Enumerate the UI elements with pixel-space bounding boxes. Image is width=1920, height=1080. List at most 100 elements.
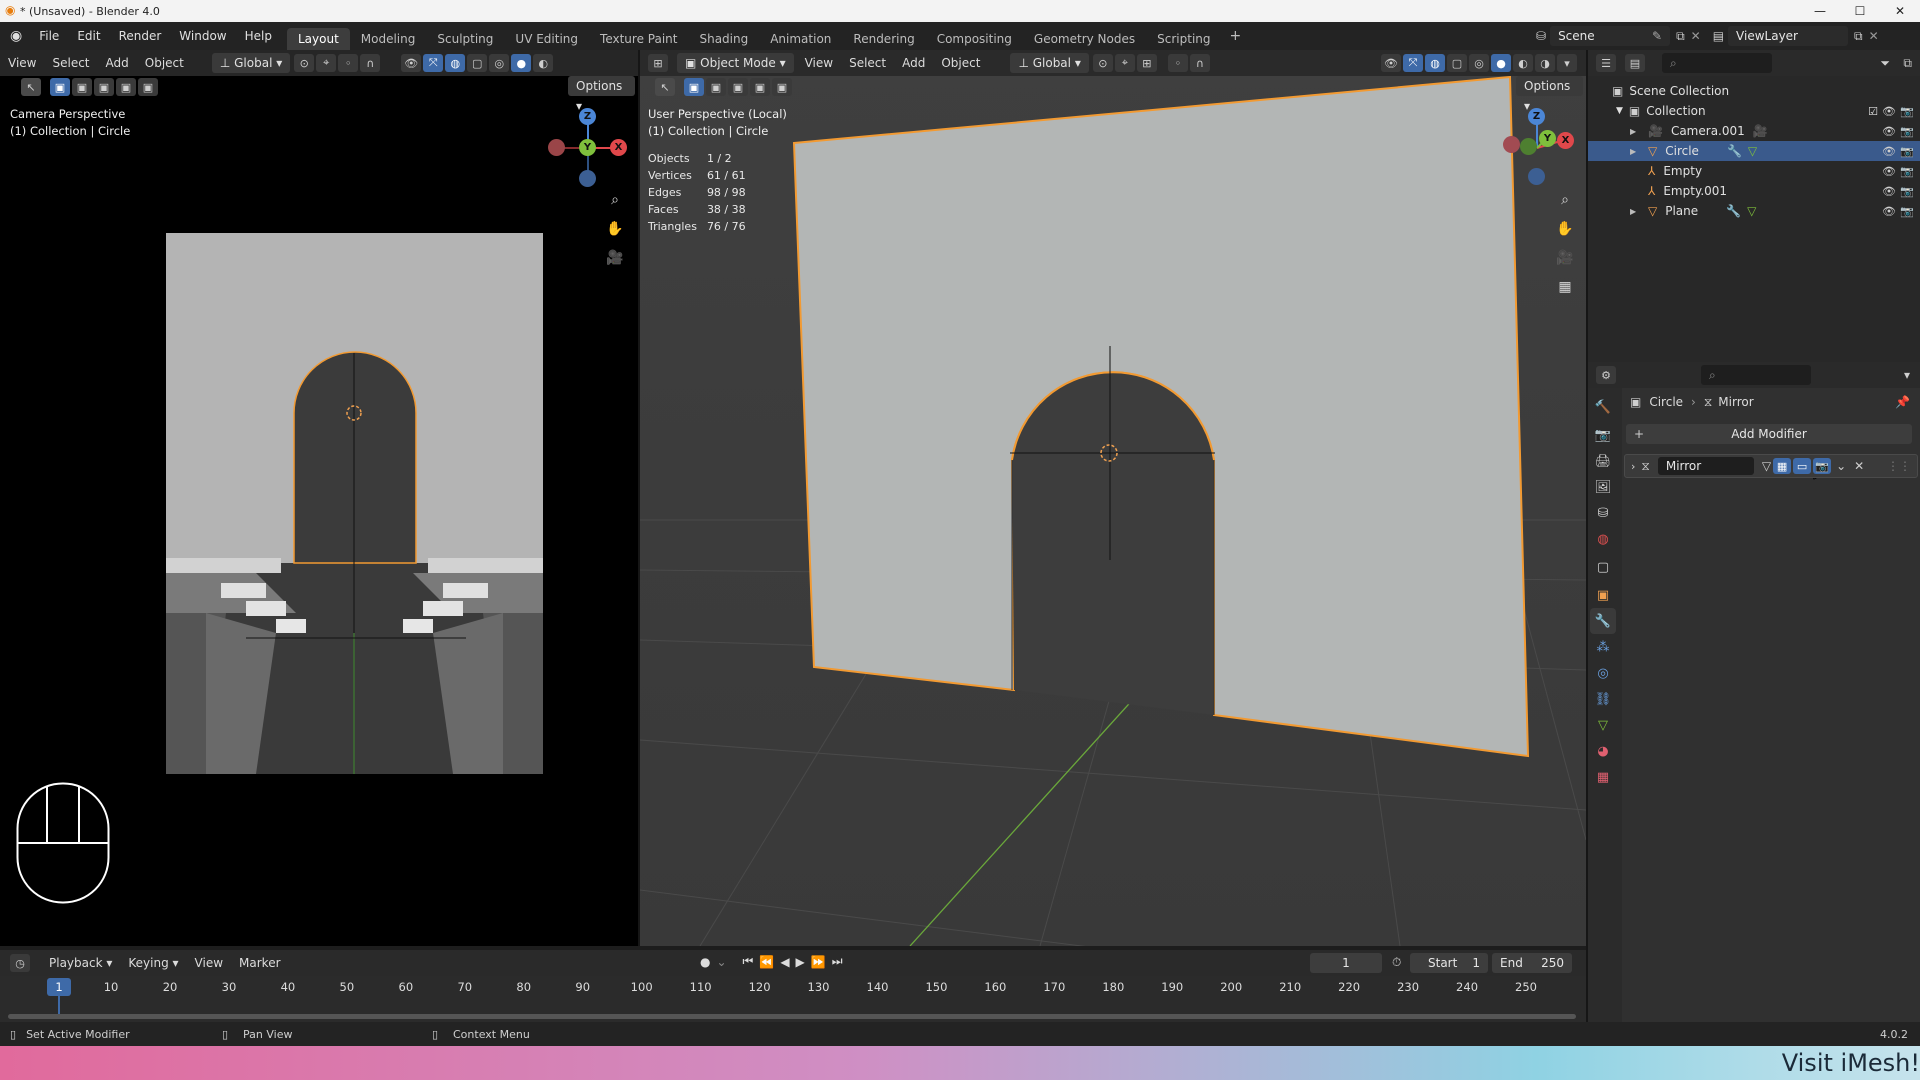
visibility-icon[interactable]: 👁 [401,54,422,72]
left-menu-object[interactable]: Object [137,50,192,76]
start-frame-field[interactable]: Start 1 [1410,953,1488,973]
render-visibility-icon[interactable]: 📷 [1900,125,1914,138]
main-ortho-toggle-icon[interactable]: ▦ [1553,275,1577,299]
menu-render[interactable]: Render [110,22,171,50]
falloff-icon[interactable]: ∩ [360,54,381,72]
outliner-search-input[interactable]: ⌕ [1662,53,1772,73]
add-modifier-button[interactable]: + Add Modifier [1626,424,1912,444]
delete-scene-icon[interactable]: ✕ [1691,29,1701,43]
modifier-wrench-icon[interactable]: 🔧 [1726,204,1741,218]
properties-options-icon[interactable]: ▾ [1904,368,1910,382]
outliner-scene-collection[interactable]: ▣ Scene Collection [1588,81,1920,101]
view-layer-field[interactable]: ViewLayer [1728,26,1849,46]
main-gizmo-neg-y[interactable] [1520,138,1537,155]
modifier-drag-handle-icon[interactable]: ⋮⋮ [1887,459,1911,473]
properties-tab-collection-props-icon[interactable]: ▢ [1590,554,1616,580]
workspace-tab-geometry-nodes[interactable]: Geometry Nodes [1023,28,1146,50]
left-gizmo-neg-z[interactable] [579,170,596,187]
left-zoom-icon[interactable]: ⌕ [603,188,627,212]
workspace-tab-layout[interactable]: Layout [286,28,350,50]
main-visibility-icon[interactable]: 👁 [1381,54,1401,72]
modifier-dropdown-icon[interactable]: ⌄ [1836,459,1846,473]
render-visibility-icon[interactable]: 📷 [1900,205,1914,218]
main-navigation-gizmo[interactable]: Z Y X [1501,108,1581,188]
main-solid-shading-icon[interactable]: ● [1491,54,1511,72]
properties-tab-constraints-icon[interactable]: ⛓ [1590,686,1616,712]
outliner-expand-icon[interactable]: ▶ [1630,207,1644,216]
collection-expand-icon[interactable]: ▼ [1616,106,1623,116]
main-overlay-toggle-icon[interactable]: ◍ [1425,54,1445,72]
xray-icon[interactable]: ▢ [467,54,488,72]
menu-window[interactable]: Window [170,22,235,50]
workspace-tab-texture-paint[interactable]: Texture Paint [589,28,688,50]
workspace-tab-modeling[interactable]: Modeling [350,28,427,50]
mode-dropdown[interactable]: ▣ Object Mode ▾ [677,53,794,73]
workspace-tab-scripting[interactable]: Scripting [1146,28,1221,50]
main-wireframe-shading-icon[interactable]: ◎ [1469,54,1489,72]
properties-tab-physics-icon[interactable]: ◎ [1590,660,1616,686]
record-icon[interactable]: ● [700,955,710,969]
material-shading-icon[interactable]: ◐ [533,54,554,72]
modifier-delete-icon[interactable]: ✕ [1854,459,1864,473]
end-frame-field[interactable]: End 250 [1492,953,1572,973]
visibility-eye-icon[interactable]: 👁 [1882,185,1896,198]
main-menu-select[interactable]: Select [841,50,894,76]
collection-eye-icon[interactable]: 👁 [1882,105,1896,118]
main-proportional-icon[interactable]: ◦ [1167,54,1188,72]
workspace-tab-rendering[interactable]: Rendering [842,28,925,50]
current-frame-field[interactable]: 1 [1310,953,1382,973]
main-gizmo-toggle-icon[interactable]: ⤧ [1403,54,1423,72]
modifier-viewport-icon[interactable]: ▭ [1793,458,1812,474]
timeline-menu-view[interactable]: View [187,950,231,976]
left-gizmo-x[interactable]: X [610,139,627,156]
main-viewport[interactable]: ⊞ ▣ Object Mode ▾ View Select Add Object… [640,50,1586,946]
properties-tab-output-icon[interactable]: 🖨 [1590,448,1616,474]
outliner-editor-type-icon[interactable]: ☰ [1596,54,1616,72]
pin-properties-icon[interactable]: 📌 [1895,395,1910,409]
outliner-item-camera-001[interactable]: ▶ 🎥 Camera.001 🎥 👁 📷 [1588,121,1920,141]
left-options-dropdown[interactable]: Options ▾ [568,76,635,113]
properties-editor-type-icon[interactable]: ⚙ [1596,366,1616,384]
proportional-icon[interactable]: ◦ [338,54,359,72]
timeline-editor-type-icon[interactable]: ◷ [10,954,30,972]
main-xray-icon[interactable]: ▢ [1447,54,1467,72]
main-snap-target-icon[interactable]: ⊞ [1136,54,1157,72]
main-snap-icon[interactable]: ⌖ [1114,54,1135,72]
workspace-tab-uv-editing[interactable]: UV Editing [504,28,589,50]
minimize-icon[interactable]: — [1800,0,1840,22]
main-select-subtract-icon[interactable]: ▣ [728,78,748,96]
left-tweak-tool-icon[interactable]: ↖ [21,78,41,96]
delete-view-layer-icon[interactable]: ✕ [1869,29,1879,43]
main-gizmo-neg-x[interactable] [1503,136,1520,153]
mirror-modifier-header[interactable]: › ⧖ Mirror ▽ ▦ ▭ 📷 ⌄ ✕ ⋮⋮ [1624,454,1918,478]
main-zoom-icon[interactable]: ⌕ [1553,188,1577,212]
properties-tab-texture-icon[interactable]: ▦ [1590,764,1616,790]
main-tweak-tool-icon[interactable]: ↖ [655,78,675,96]
left-select-subtract-icon[interactable]: ▣ [94,78,114,96]
visibility-eye-icon[interactable]: 👁 [1882,165,1896,178]
camera-viewport[interactable]: View Select Add Object ⊥ Global ▾ ⊙ ⌖ ◦ … [0,50,638,946]
jump-start-icon[interactable]: ⏮ [743,954,754,969]
properties-search-input[interactable]: ⌕ [1701,365,1811,385]
timeline-ruler[interactable]: 1102030405060708090100110120130140150160… [0,980,1586,998]
left-navigation-gizmo[interactable]: Z Y X [548,108,628,188]
left-camera-view-icon[interactable]: 🎥 [603,246,627,270]
modifier-edit-cage-icon[interactable]: ▽ [1762,459,1771,473]
visibility-eye-icon[interactable]: 👁 [1882,145,1896,158]
main-gizmo-neg-z[interactable] [1528,168,1545,185]
menu-file[interactable]: File [30,22,68,50]
menu-help[interactable]: Help [236,22,281,50]
visibility-eye-icon[interactable]: 👁 [1882,205,1896,218]
main-pan-hand-icon[interactable]: ✋ [1553,217,1577,241]
play-reverse-icon[interactable]: ◀ [780,955,789,969]
scene-field[interactable]: Scene ✎ [1550,26,1671,46]
main-gizmo-z[interactable]: Z [1528,108,1545,125]
main-transform-orientation[interactable]: ⊥ Global ▾ [1010,53,1089,73]
render-visibility-icon[interactable]: 📷 [1900,145,1914,158]
outliner-new-collection-icon[interactable]: ⧉ [1903,56,1912,71]
left-gizmo-y[interactable]: Y [579,139,596,156]
left-select-new-icon[interactable]: ▣ [50,78,70,96]
menu-edit[interactable]: Edit [68,22,109,50]
left-select-intersect-icon[interactable]: ▣ [138,78,158,96]
collection-checkbox[interactable]: ☑ [1868,105,1878,118]
